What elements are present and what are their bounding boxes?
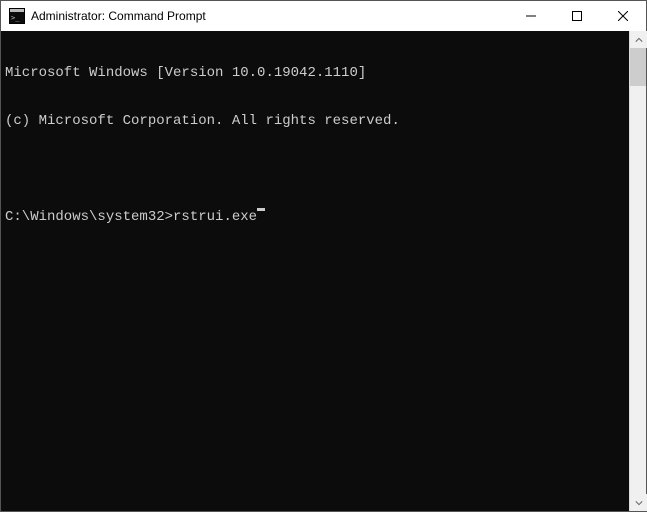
window-controls <box>508 1 646 31</box>
window-title: Administrator: Command Prompt <box>31 9 508 23</box>
svg-text:>_: >_ <box>11 14 20 22</box>
minimize-button[interactable] <box>508 1 554 31</box>
terminal-output[interactable]: Microsoft Windows [Version 10.0.19042.11… <box>1 31 629 511</box>
vertical-scrollbar[interactable] <box>629 31 646 511</box>
copyright-line: (c) Microsoft Corporation. All rights re… <box>5 113 629 129</box>
version-line: Microsoft Windows [Version 10.0.19042.11… <box>5 65 629 81</box>
typed-command: rstrui.exe <box>173 209 257 225</box>
scroll-up-button[interactable] <box>630 31 647 48</box>
titlebar[interactable]: >_ Administrator: Command Prompt <box>1 1 646 31</box>
blank-line <box>5 161 629 177</box>
scrollbar-track[interactable] <box>630 48 646 494</box>
cursor-icon <box>257 208 265 211</box>
client-area: Microsoft Windows [Version 10.0.19042.11… <box>1 31 646 511</box>
close-button[interactable] <box>600 1 646 31</box>
prompt-path: C:\Windows\system32> <box>5 209 173 225</box>
cmd-window: >_ Administrator: Command Prompt Microso… <box>0 0 647 512</box>
maximize-button[interactable] <box>554 1 600 31</box>
scroll-down-button[interactable] <box>630 494 647 511</box>
prompt-line: C:\Windows\system32>rstrui.exe <box>5 209 629 225</box>
cmd-icon: >_ <box>9 8 25 24</box>
scrollbar-thumb[interactable] <box>630 48 646 86</box>
